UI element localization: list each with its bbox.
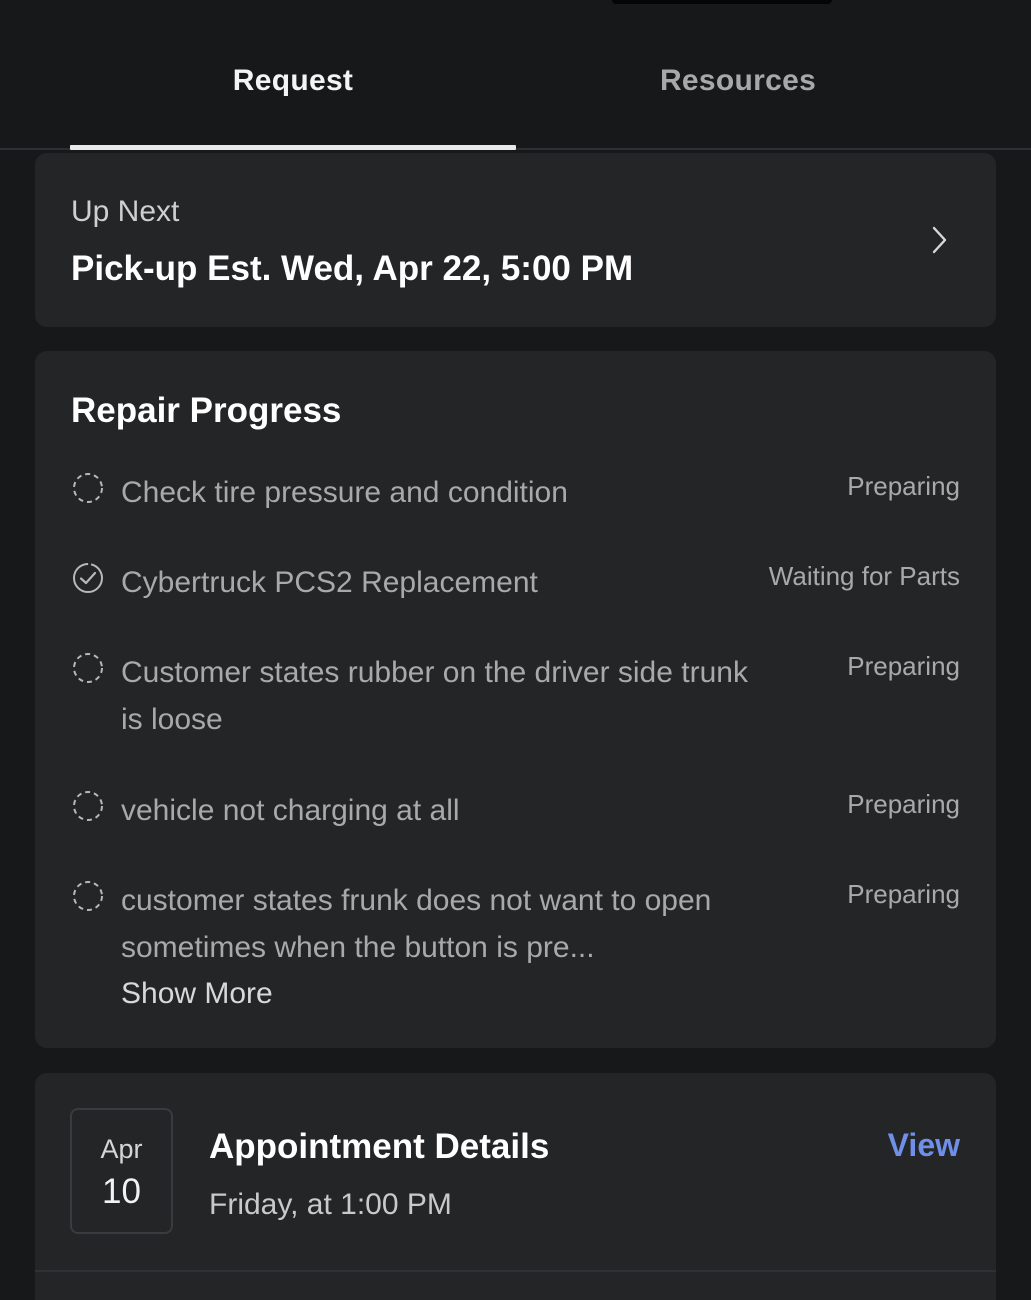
tab-resources-label: Resources — [659, 64, 817, 97]
appointment-divider — [35, 1270, 996, 1272]
repair-item-text: customer states frunk does not want to o… — [121, 877, 753, 1016]
tab-resources[interactable]: Resources — [515, 46, 961, 148]
chevron-right-icon[interactable] — [924, 223, 954, 257]
repair-item-status: Preparing — [847, 651, 960, 681]
tab-request-label: Request — [232, 64, 354, 97]
repair-item-status: Waiting for Parts — [768, 561, 960, 591]
service-tabs: Request Resources — [0, 46, 1031, 150]
dashed-circle-icon — [73, 653, 103, 683]
check-circle-icon — [73, 563, 103, 593]
repair-progress-title: Repair Progress — [71, 391, 342, 430]
pickup-estimate: Pick-up Est. Wed, Apr 22, 5:00 PM — [71, 249, 634, 288]
repair-item-text: vehicle not charging at all — [121, 794, 460, 827]
repair-item-text: Customer states rubber on the driver sid… — [121, 656, 748, 736]
appointment-month: Apr — [100, 1134, 143, 1164]
appointment-time: Friday, at 1:00 PM — [209, 1188, 452, 1221]
view-appointment-link[interactable]: View — [888, 1127, 960, 1164]
repair-item-text-content: customer states frunk does not want to o… — [121, 884, 712, 964]
show-more-link[interactable]: Show More — [121, 971, 753, 1016]
up-next-card[interactable]: Up Next Pick-up Est. Wed, Apr 22, 5:00 P… — [35, 153, 996, 327]
repair-item-status: Preparing — [847, 471, 960, 501]
dashed-circle-icon — [73, 881, 103, 911]
repair-item-status: Preparing — [847, 879, 960, 909]
appointment-date-box: Apr 10 — [70, 1108, 173, 1234]
dashed-circle-icon — [73, 791, 103, 821]
repair-item-text: Check tire pressure and condition — [121, 476, 568, 509]
repair-progress-card: Repair Progress Check tire pressure and … — [35, 351, 996, 1048]
tab-request[interactable]: Request — [70, 46, 516, 148]
up-next-label: Up Next — [71, 195, 180, 228]
appointment-day: 10 — [102, 1172, 141, 1211]
active-tab-indicator — [70, 145, 516, 150]
repair-item-text: Cybertruck PCS2 Replacement — [121, 566, 538, 599]
dashed-circle-icon — [73, 473, 103, 503]
appointment-details-card: Apr 10 Appointment Details Friday, at 1:… — [35, 1073, 996, 1300]
repair-item-status: Preparing — [847, 789, 960, 819]
appointment-title: Appointment Details — [209, 1127, 550, 1166]
top-image-fragment — [612, 0, 832, 4]
